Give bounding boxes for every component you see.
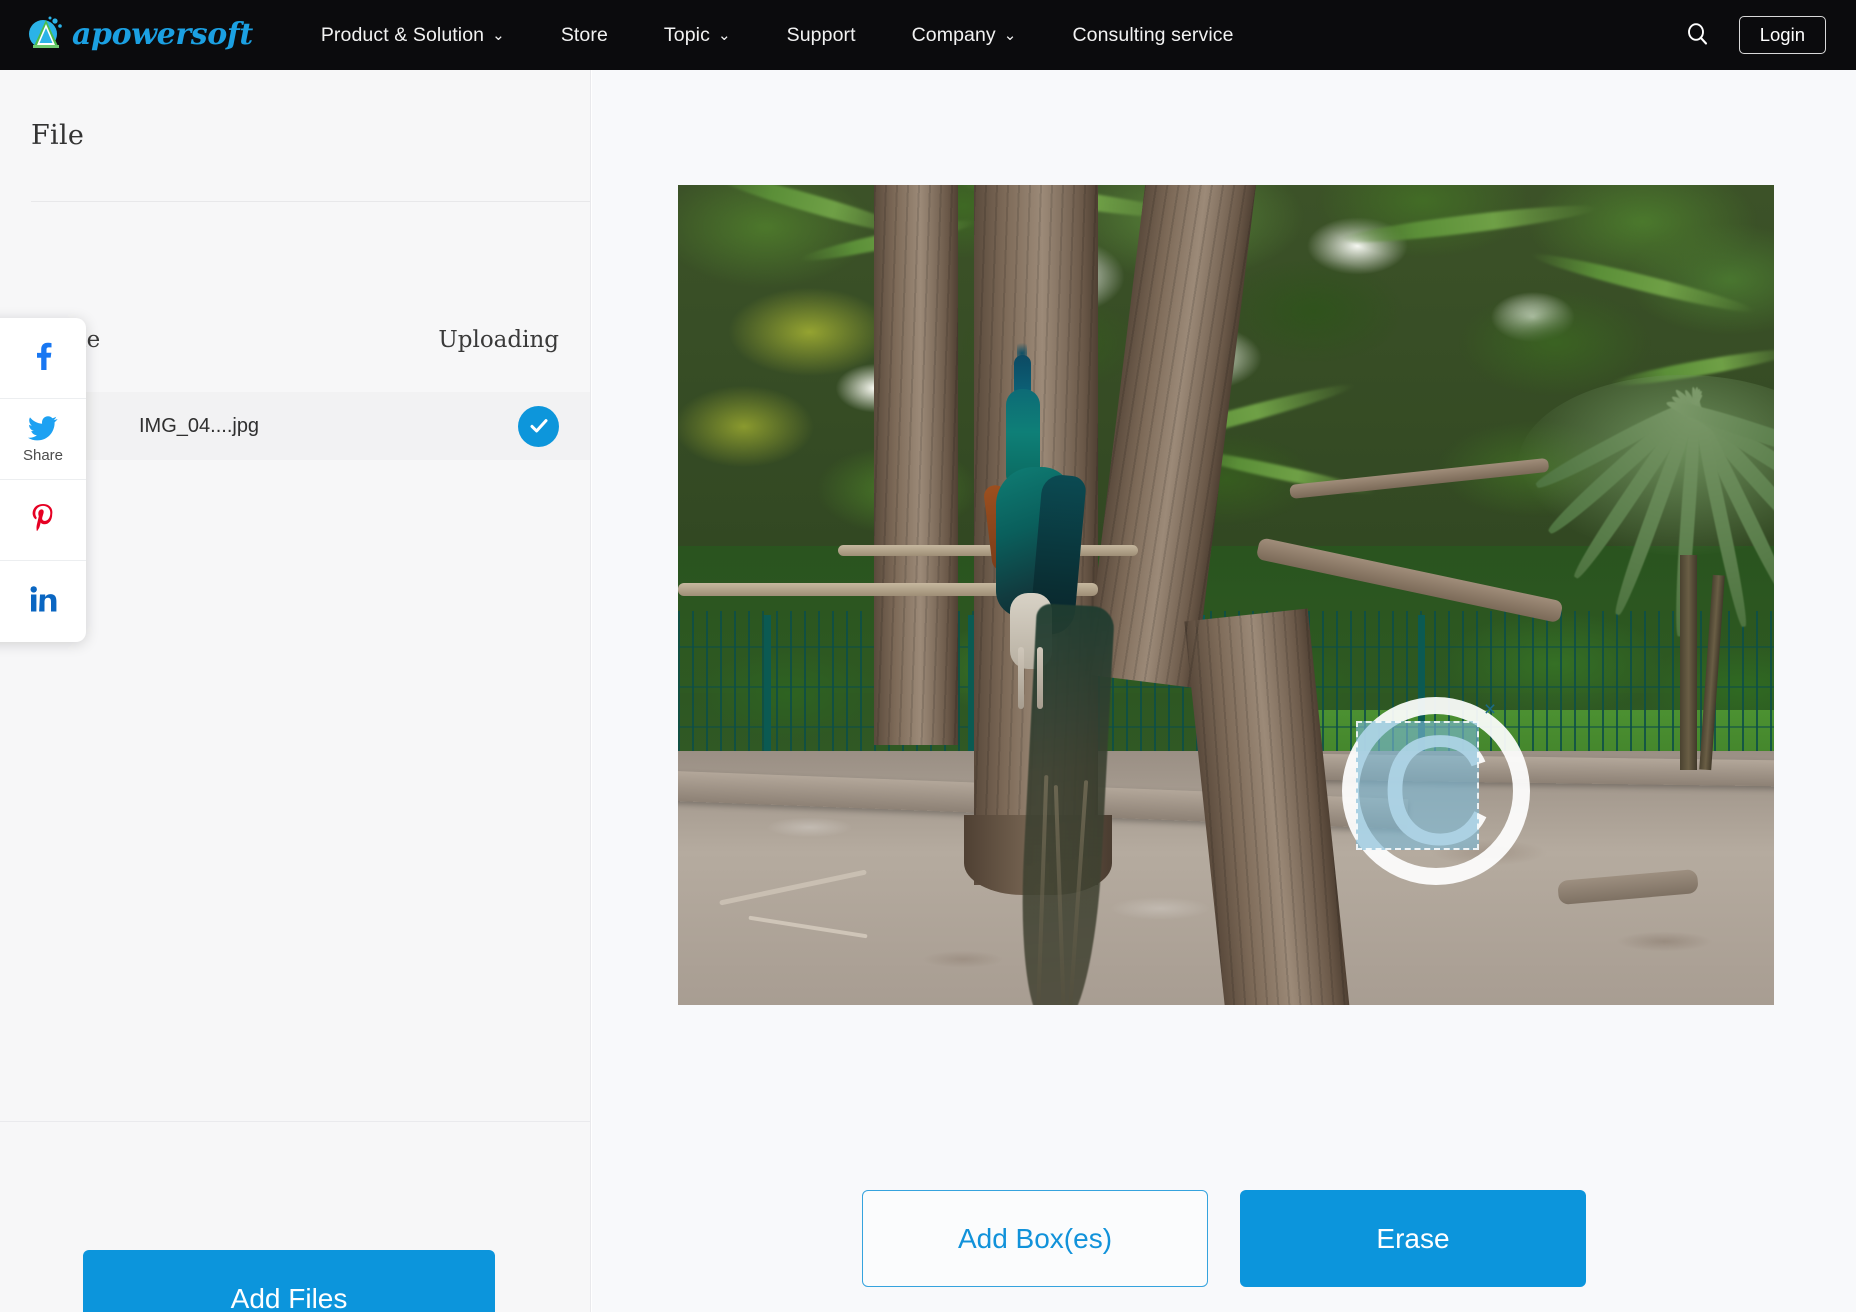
add-files-button[interactable]: Add Files xyxy=(83,1250,495,1312)
login-button[interactable]: Login xyxy=(1738,15,1826,55)
erase-button[interactable]: Erase xyxy=(1240,1190,1586,1287)
search-icon[interactable] xyxy=(1683,20,1713,50)
pinterest-icon xyxy=(30,503,56,538)
peacock-legs xyxy=(1018,647,1048,713)
chevron-down-icon: ⌄ xyxy=(492,27,505,44)
peacock-leg xyxy=(1018,647,1024,709)
brand-logo[interactable]: apowersoft xyxy=(24,0,253,70)
photo-palm-trunk xyxy=(1680,555,1697,770)
nav-label: Consulting service xyxy=(1072,24,1234,46)
social-share-widget: Share xyxy=(0,318,86,642)
nav-item-consulting-service[interactable]: Consulting service xyxy=(1044,0,1261,70)
nav-item-support[interactable]: Support xyxy=(759,0,884,70)
nav-right-group: Login xyxy=(1683,0,1826,70)
linkedin-icon xyxy=(29,585,57,618)
share-label: Share xyxy=(22,447,64,464)
top-navigation-bar: apowersoft Product & Solution ⌄ Store Top… xyxy=(0,0,1856,70)
nav-item-company[interactable]: Company ⌄ xyxy=(884,0,1045,70)
add-boxes-button[interactable]: Add Box(es) xyxy=(862,1190,1208,1287)
brand-name: apowersoft xyxy=(72,17,253,52)
nav-label: Topic xyxy=(663,24,710,46)
file-sidebar: File Name Uploading IMG_04....jpg Add Fi… xyxy=(0,70,591,1312)
photo-peacock xyxy=(982,339,1115,1005)
sidebar-bottom-divider xyxy=(0,1121,590,1122)
chevron-down-icon: ⌄ xyxy=(717,27,731,44)
nav-item-store[interactable]: Store xyxy=(533,0,636,70)
table-row[interactable]: IMG_04....jpg xyxy=(0,392,590,460)
file-list-header: Name Uploading xyxy=(0,318,590,362)
nav-label: Company xyxy=(911,24,996,46)
column-header-status: Uploading xyxy=(438,327,559,353)
selection-box[interactable] xyxy=(1356,721,1479,850)
close-icon[interactable]: × xyxy=(1479,699,1501,721)
sidebar-title: File xyxy=(31,120,85,151)
share-pinterest-button[interactable] xyxy=(0,480,86,561)
chevron-down-icon: ⌄ xyxy=(1003,27,1017,44)
share-facebook-button[interactable] xyxy=(0,318,86,399)
check-circle-icon xyxy=(518,405,559,447)
nav-menu: Product & Solution ⌄ Store Topic ⌄ Support… xyxy=(293,0,1262,70)
page-root: apowersoft Product & Solution ⌄ Store Top… xyxy=(0,0,1856,1312)
facebook-icon xyxy=(30,341,56,376)
nav-label: Support xyxy=(786,24,856,46)
share-linkedin-button[interactable] xyxy=(0,561,86,642)
action-button-group: Add Box(es) Erase xyxy=(592,1190,1856,1287)
apowersoft-logo-icon xyxy=(24,12,70,58)
peacock-leg xyxy=(1037,647,1043,709)
nav-label: Store xyxy=(560,24,608,46)
nav-item-product-solution[interactable]: Product & Solution ⌄ xyxy=(293,0,533,70)
nav-label: Product & Solution xyxy=(320,24,485,46)
nav-item-topic[interactable]: Topic ⌄ xyxy=(636,0,759,70)
share-twitter-button[interactable]: Share xyxy=(0,399,86,480)
image-canvas[interactable]: C × xyxy=(678,185,1774,1005)
photo-trunk-texture xyxy=(874,185,958,745)
editor-main-panel: C × Add Box(es) Erase xyxy=(592,70,1856,1312)
file-name: IMG_04....jpg xyxy=(139,414,260,437)
photo-preview: C × xyxy=(678,185,1774,1005)
sidebar-divider xyxy=(31,201,590,202)
twitter-icon xyxy=(28,415,58,446)
